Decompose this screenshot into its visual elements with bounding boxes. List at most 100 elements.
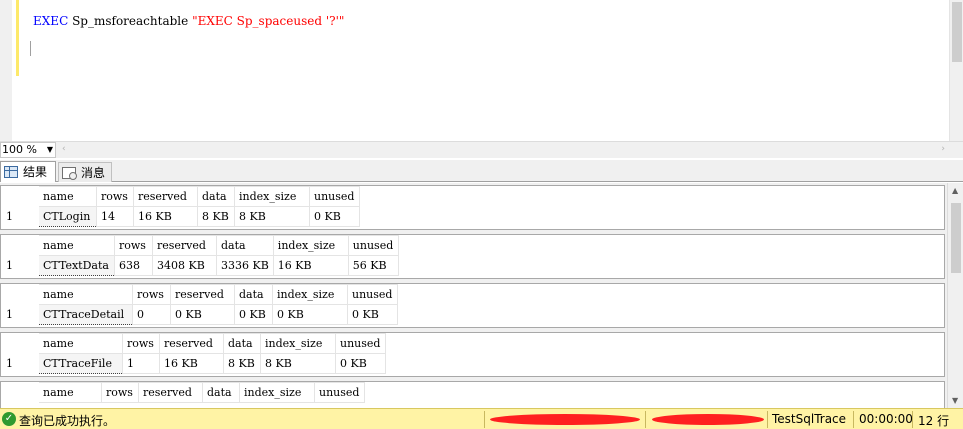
query-editor[interactable]: EXEC Sp_msforeachtable "EXEC Sp_spaceuse…	[0, 0, 963, 141]
table-cell[interactable]: 14	[96, 206, 134, 227]
result-table: name rows reserved data index_size unuse…	[1, 333, 386, 374]
scroll-down-icon[interactable]: ▼	[952, 396, 958, 405]
table-cell[interactable]: 0 KB	[309, 206, 360, 227]
change-indicator-bar	[16, 0, 19, 76]
table-cell[interactable]: 8 KB	[260, 353, 336, 374]
table-cell[interactable]: CTTraceDetail	[38, 304, 133, 325]
editor-scroll-thumb[interactable]	[952, 2, 962, 62]
col-header[interactable]: reserved	[170, 284, 235, 305]
row-number[interactable]: 1	[1, 255, 39, 276]
code-line[interactable]: EXEC Sp_msforeachtable "EXEC Sp_spaceuse…	[33, 14, 344, 28]
text-cursor	[30, 41, 31, 56]
results-vertical-scrollbar[interactable]: ▲ ▼	[947, 183, 963, 408]
table-cell[interactable]: 8 KB	[223, 353, 261, 374]
col-header[interactable]: reserved	[152, 235, 217, 256]
row-number[interactable]: 1	[1, 206, 39, 227]
result-table: name rows reserved data index_size unuse…	[1, 186, 360, 227]
col-header[interactable]: data	[202, 382, 240, 403]
col-header[interactable]: rows	[101, 382, 139, 403]
table-cell[interactable]: CTLogin	[38, 206, 97, 227]
table-cell[interactable]: 0	[132, 304, 171, 325]
result-table: name rows reserved data index_size unuse…	[1, 235, 399, 276]
code-procedure: Sp_msforeachtable	[72, 14, 189, 28]
col-header[interactable]: rows	[122, 333, 160, 354]
table-cell[interactable]: 0 KB	[234, 304, 273, 325]
col-header[interactable]: index_size	[239, 382, 315, 403]
col-header[interactable]: rows	[114, 235, 153, 256]
success-check-icon: ✓	[2, 412, 16, 426]
zoom-bar: 100 % ▼ ‹ ›	[0, 141, 963, 158]
result-grid[interactable]: name rows reserved data index_size unuse…	[0, 234, 945, 279]
table-cell[interactable]: 8 KB	[197, 206, 235, 227]
status-divider	[912, 411, 913, 428]
table-cell[interactable]: CTTraceFile	[38, 353, 123, 374]
status-row-count: 12 行	[918, 414, 950, 428]
tab-messages[interactable]: 消息	[58, 162, 112, 182]
col-header[interactable]: data	[197, 186, 235, 207]
scroll-left-icon[interactable]: ‹	[62, 144, 66, 154]
status-database: TestSqlTrace	[772, 412, 847, 426]
status-divider	[645, 411, 646, 428]
col-header[interactable]: data	[223, 333, 261, 354]
table-cell[interactable]: CTTextData	[38, 255, 115, 276]
table-cell[interactable]: 56 KB	[347, 255, 399, 276]
results-scroll-thumb[interactable]	[951, 203, 961, 273]
result-grid[interactable]: name rows reserved data index_size unuse…	[0, 283, 945, 328]
col-header[interactable]: unused	[347, 235, 399, 256]
scroll-up-icon[interactable]: ▲	[952, 186, 958, 195]
col-header[interactable]: unused	[335, 333, 386, 354]
table-cell[interactable]: 0 KB	[170, 304, 235, 325]
table-cell[interactable]: 16 KB	[133, 206, 198, 227]
col-header[interactable]: unused	[347, 284, 398, 305]
col-header[interactable]: index_size	[260, 333, 336, 354]
zoom-value: 100 %	[2, 143, 37, 156]
col-header[interactable]: rows	[96, 186, 134, 207]
table-cell[interactable]: 8 KB	[234, 206, 310, 227]
status-message: 查询已成功执行。	[19, 414, 116, 428]
result-table: name rows reserved data index_size unuse…	[1, 284, 398, 325]
col-header[interactable]: name	[38, 382, 102, 403]
table-cell[interactable]: 3408 KB	[152, 255, 217, 276]
col-header[interactable]: name	[38, 333, 123, 354]
chevron-down-icon[interactable]: ▼	[47, 143, 53, 157]
col-header[interactable]: index_size	[234, 186, 310, 207]
col-header[interactable]: reserved	[159, 333, 224, 354]
table-cell[interactable]: 16 KB	[159, 353, 224, 374]
table-cell[interactable]: 638	[114, 255, 153, 276]
row-number[interactable]: 1	[1, 304, 39, 325]
result-grid[interactable]: name rows reserved data index_size unuse…	[0, 332, 945, 377]
col-header[interactable]: index_size	[272, 235, 349, 256]
col-header[interactable]: name	[38, 235, 115, 256]
status-elapsed-time: 00:00:00	[859, 412, 913, 426]
status-divider	[767, 411, 768, 428]
col-header[interactable]: data	[216, 235, 274, 256]
tab-results[interactable]: 结果	[0, 161, 56, 182]
col-header[interactable]: reserved	[133, 186, 198, 207]
row-number[interactable]: 1	[1, 353, 39, 374]
zoom-dropdown[interactable]: 100 % ▼	[0, 142, 56, 158]
tab-results-label: 结果	[23, 165, 48, 179]
table-cell[interactable]: 1	[122, 353, 160, 374]
col-header[interactable]: name	[38, 284, 133, 305]
tab-messages-label: 消息	[81, 165, 106, 180]
table-cell[interactable]: 3336 KB	[216, 255, 274, 276]
editor-vertical-scrollbar[interactable]	[949, 0, 963, 141]
table-cell[interactable]: 0 KB	[272, 304, 348, 325]
col-header[interactable]: rows	[132, 284, 171, 305]
table-cell[interactable]: 16 KB	[272, 255, 349, 276]
col-header[interactable]: unused	[314, 382, 365, 403]
col-header[interactable]: data	[234, 284, 273, 305]
col-header[interactable]: index_size	[272, 284, 348, 305]
results-tab-strip: 结果 消息	[0, 160, 963, 182]
message-icon	[62, 166, 77, 180]
col-header[interactable]: name	[38, 186, 97, 207]
result-grid[interactable]: name rows reserved data index_size unuse…	[0, 381, 945, 408]
status-divider	[484, 411, 485, 428]
table-cell[interactable]: 0 KB	[335, 353, 386, 374]
result-grid[interactable]: name rows reserved data index_size unuse…	[0, 185, 945, 230]
scroll-right-icon[interactable]: ›	[941, 144, 945, 154]
status-divider	[853, 411, 854, 428]
col-header[interactable]: unused	[309, 186, 360, 207]
table-cell[interactable]: 0 KB	[347, 304, 398, 325]
col-header[interactable]: reserved	[138, 382, 203, 403]
